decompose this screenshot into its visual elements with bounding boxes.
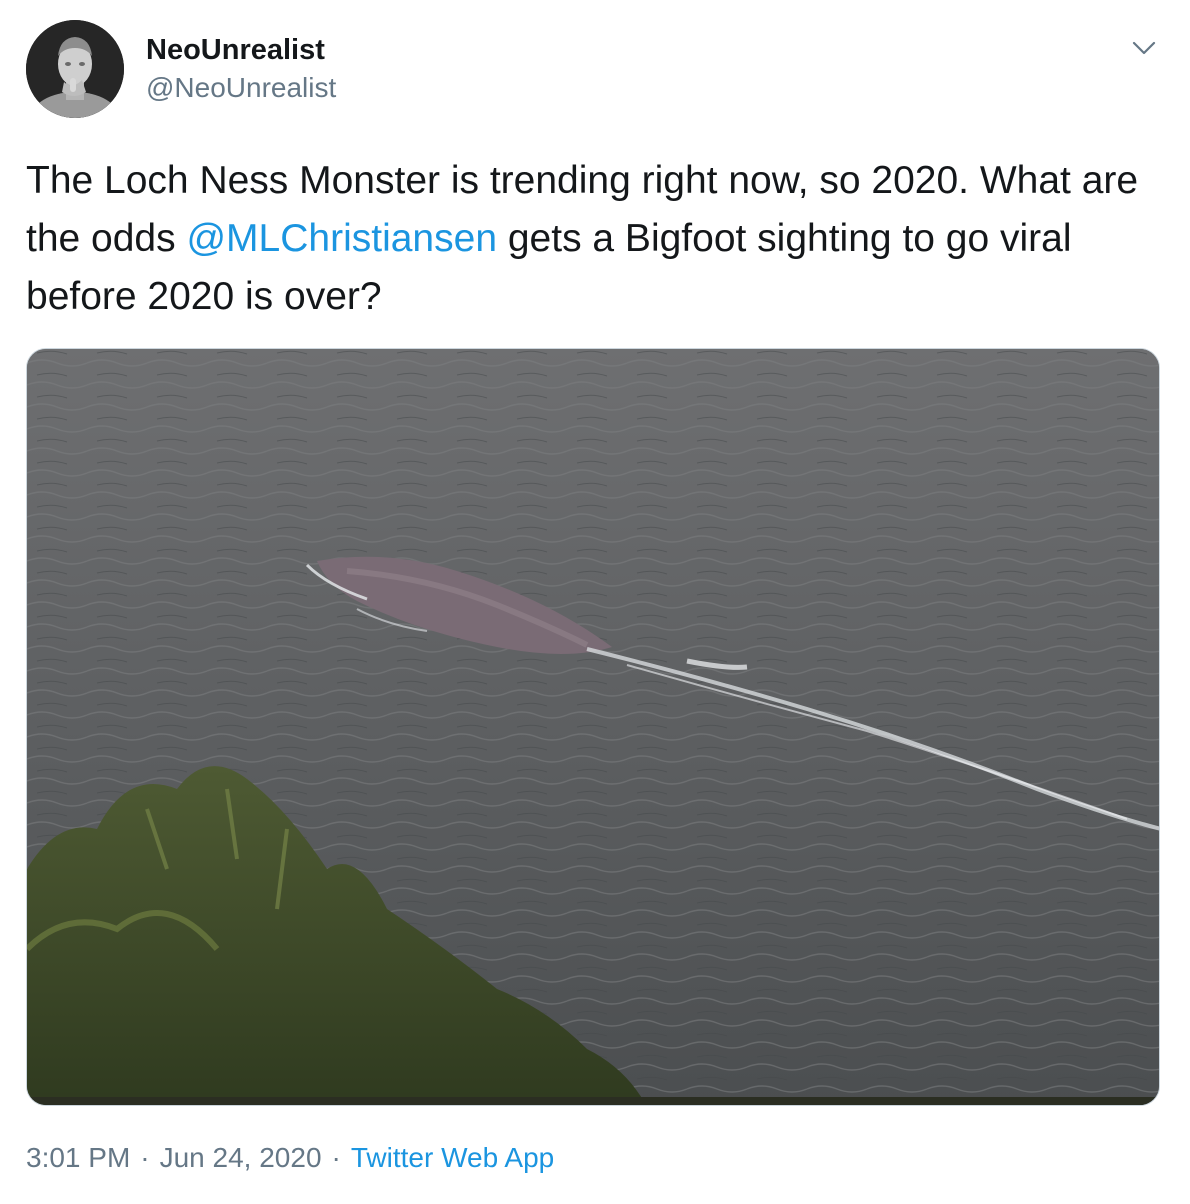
source-link[interactable]: Twitter Web App [351,1142,554,1173]
tweet-meta: 3:01 PM · Jun 24, 2020 · Twitter Web App [26,1138,554,1178]
mention-link[interactable]: @MLChristiansen [186,217,497,260]
loch-ness-photo [27,349,1159,1105]
tweet-time[interactable]: 3:01 PM [26,1142,130,1173]
separator: · [331,1142,341,1173]
tweet-card: NeoUnrealist @NeoUnrealist The Loch Ness… [0,0,1190,1204]
chevron-down-icon[interactable] [1126,30,1162,66]
tweet-date[interactable]: Jun 24, 2020 [160,1142,322,1173]
display-name[interactable]: NeoUnrealist [146,32,325,68]
separator: · [140,1142,150,1173]
avatar[interactable] [26,20,124,118]
user-handle[interactable]: @NeoUnrealist [146,70,336,106]
bust-avatar-icon [26,20,124,118]
tweet-text: The Loch Ness Monster is trending right … [26,152,1166,326]
tweet-photo[interactable] [26,348,1160,1106]
